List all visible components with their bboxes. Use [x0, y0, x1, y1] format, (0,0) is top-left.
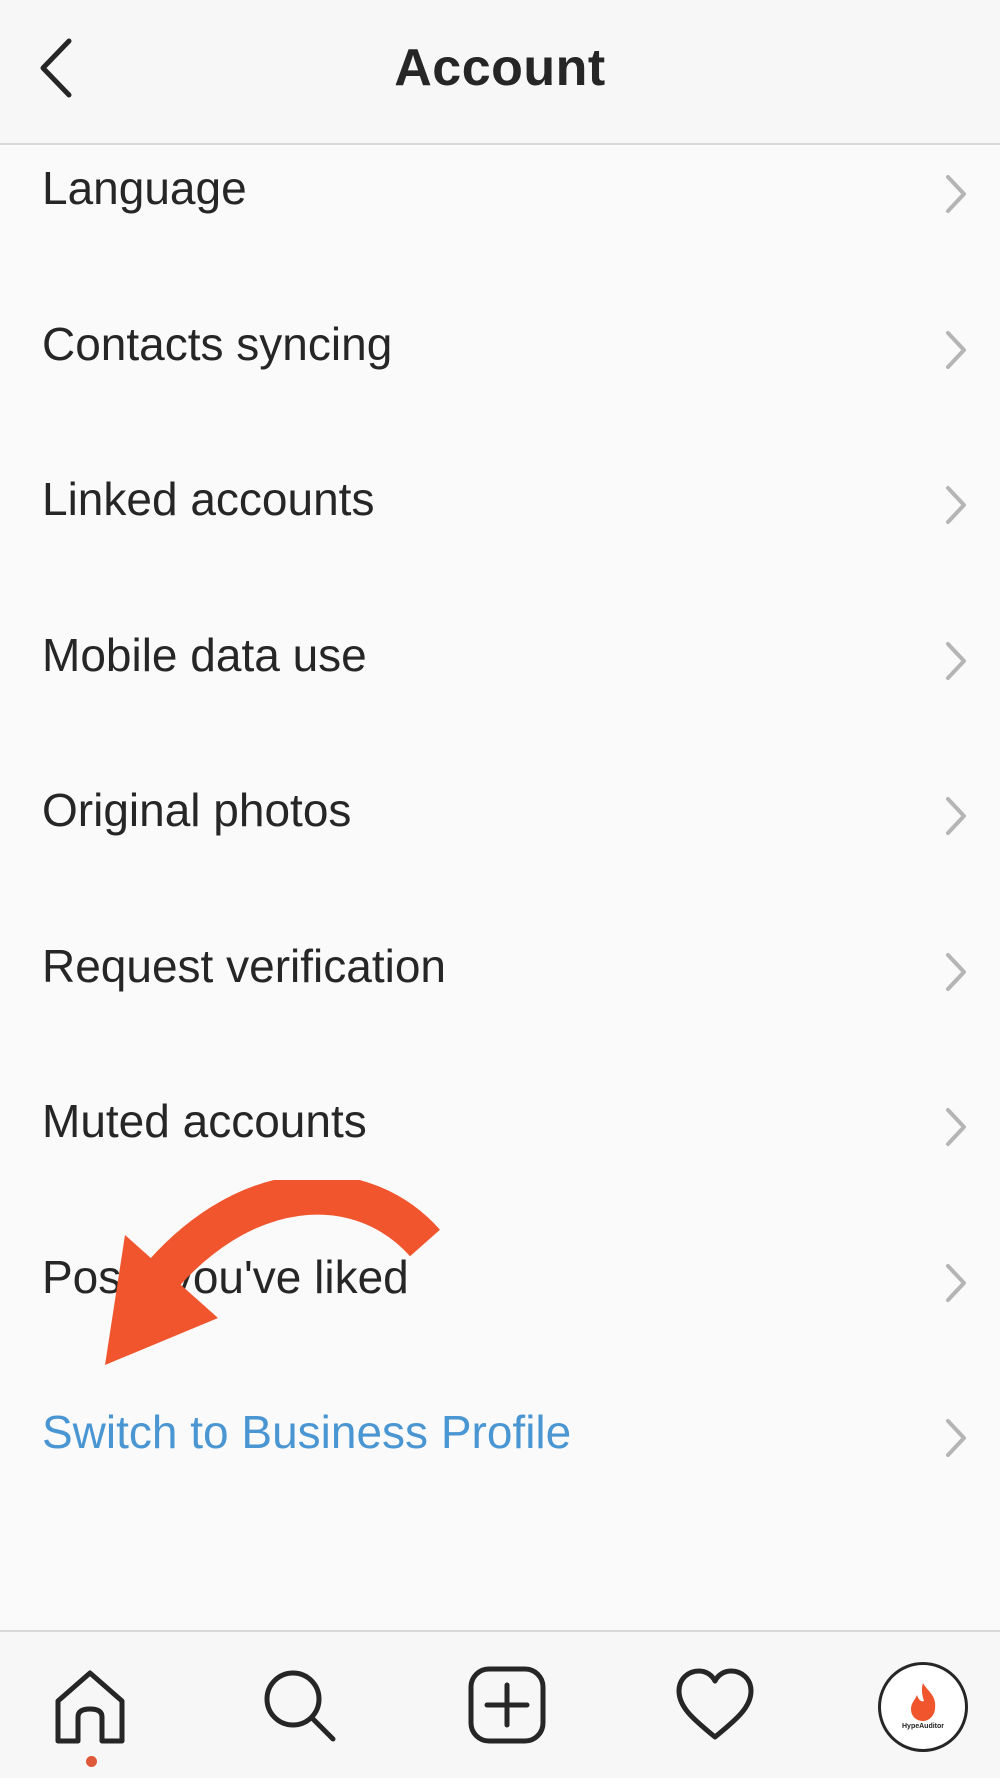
menu-item-label: Mobile data use	[42, 628, 367, 681]
menu-item-label: Request verification	[42, 939, 446, 992]
menu-item-linked-accounts[interactable]: Linked accounts	[0, 411, 1000, 567]
menu-item-label: Original photos	[42, 784, 352, 836]
menu-item-label: Muted accounts	[42, 1095, 367, 1147]
menu-item-muted-accounts[interactable]: Muted accounts	[0, 1033, 1000, 1189]
home-icon	[55, 1670, 125, 1744]
profile-avatar[interactable]: HypeAuditor	[878, 1662, 968, 1752]
settings-menu-list: Language Contacts syncing Linked account…	[0, 145, 1000, 1499]
bottom-tab-bar: HypeAuditor	[0, 1630, 1000, 1778]
search-icon	[264, 1670, 336, 1742]
menu-item-label: Linked accounts	[42, 473, 375, 525]
chevron-right-icon	[946, 1108, 966, 1146]
page-title: Account	[394, 39, 606, 97]
chevron-right-icon	[946, 1263, 966, 1302]
chevron-right-icon	[946, 1419, 966, 1457]
add-post-icon	[468, 1666, 546, 1744]
heart-icon	[676, 1668, 754, 1740]
active-tab-indicator	[86, 1756, 97, 1767]
tab-activity[interactable]	[670, 1660, 760, 1750]
menu-item-contacts-syncing[interactable]: Contacts syncing	[0, 255, 1000, 411]
chevron-right-icon	[946, 797, 966, 835]
chevron-right-icon	[946, 330, 966, 369]
chevron-right-icon	[946, 486, 966, 524]
avatar-brand-text: HypeAuditor	[902, 1723, 944, 1730]
tab-new-post[interactable]	[462, 1660, 552, 1750]
menu-item-language[interactable]: Language	[0, 145, 1000, 255]
navigation-header: Account	[0, 0, 1000, 145]
menu-item-request-verification[interactable]: Request verification	[0, 877, 1000, 1033]
flame-logo-icon	[911, 1683, 936, 1721]
chevron-right-icon	[946, 175, 966, 213]
menu-item-label: Posts you've liked	[42, 1250, 409, 1303]
menu-item-posts-liked[interactable]: Posts you've liked	[0, 1188, 1000, 1344]
menu-item-switch-to-business[interactable]: Switch to Business Profile	[0, 1344, 1000, 1500]
switch-to-business-link: Switch to Business Profile	[42, 1406, 572, 1458]
account-settings-screen: Account Language Contacts syncing Linked…	[0, 0, 1000, 1778]
menu-item-mobile-data-use[interactable]: Mobile data use	[0, 566, 1000, 722]
chevron-right-icon	[946, 952, 966, 991]
tab-home[interactable]	[45, 1660, 135, 1750]
chevron-right-icon	[946, 641, 966, 680]
tab-search[interactable]	[254, 1660, 344, 1750]
menu-item-label: Language	[42, 162, 247, 214]
menu-item-label: Contacts syncing	[42, 317, 393, 370]
menu-item-original-photos[interactable]: Original photos	[0, 722, 1000, 878]
